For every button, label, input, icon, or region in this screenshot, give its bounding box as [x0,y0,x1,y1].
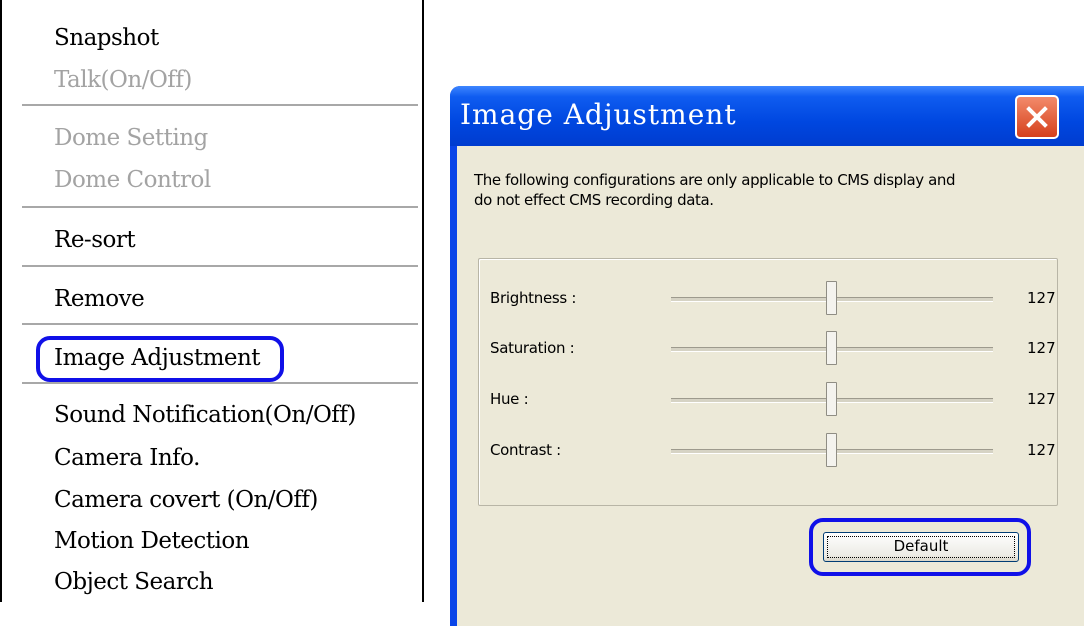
slider-row-saturation: Saturation : 127 [479,329,1059,369]
menu-item-dome-setting: Dome Setting [54,125,208,151]
slider-label: Hue : [490,390,529,408]
slider-label: Saturation : [490,339,575,357]
menu-item-sound-notification[interactable]: Sound Notification(On/Off) [54,401,356,429]
slider-value: 127 [1027,390,1056,408]
menu-separator [22,206,418,208]
dialog-content: The following configurations are only ap… [450,86,1084,602]
menu-item-camera-covert[interactable]: Camera covert (On/Off) [54,486,318,514]
menu-item-snapshot[interactable]: Snapshot [54,24,159,52]
slider-value: 127 [1027,441,1056,459]
context-menu: Snapshot Talk(On/Off) Dome Setting Dome … [0,0,424,602]
slider-thumb[interactable] [825,331,837,365]
slider-row-hue: Hue : 127 [479,380,1059,420]
menu-separator [22,323,418,325]
slider-thumb[interactable] [825,281,837,315]
slider-label: Brightness : [490,289,577,307]
menu-separator [22,265,418,267]
menu-item-remove[interactable]: Remove [54,285,145,313]
default-button-label: Default [893,537,949,555]
slider-row-brightness: Brightness : 127 [479,279,1059,319]
slider-row-contrast: Contrast : 127 [479,431,1059,471]
menu-item-camera-info[interactable]: Camera Info. [54,444,200,472]
slider-thumb[interactable] [825,382,837,416]
dialog-description: The following configurations are only ap… [474,170,956,210]
menu-separator [22,104,418,106]
description-line-1: The following configurations are only ap… [474,171,956,189]
menu-item-talk: Talk(On/Off) [54,67,192,93]
menu-item-image-adjustment[interactable]: Image Adjustment [54,344,261,372]
menu-item-re-sort[interactable]: Re-sort [54,226,136,254]
adjustment-group: Brightness : 127 Saturation : 127 Hue : … [478,258,1058,506]
slider-value: 127 [1027,289,1056,307]
slider-thumb[interactable] [825,433,837,467]
menu-item-object-search[interactable]: Object Search [54,568,214,596]
default-button[interactable]: Default [823,532,1019,562]
slider-value: 127 [1027,339,1056,357]
slider-label: Contrast : [490,441,561,459]
description-line-2: do not effect CMS recording data. [474,191,714,209]
menu-separator [22,382,418,384]
menu-item-dome-control: Dome Control [54,167,211,193]
menu-item-motion-detection[interactable]: Motion Detection [54,527,250,555]
